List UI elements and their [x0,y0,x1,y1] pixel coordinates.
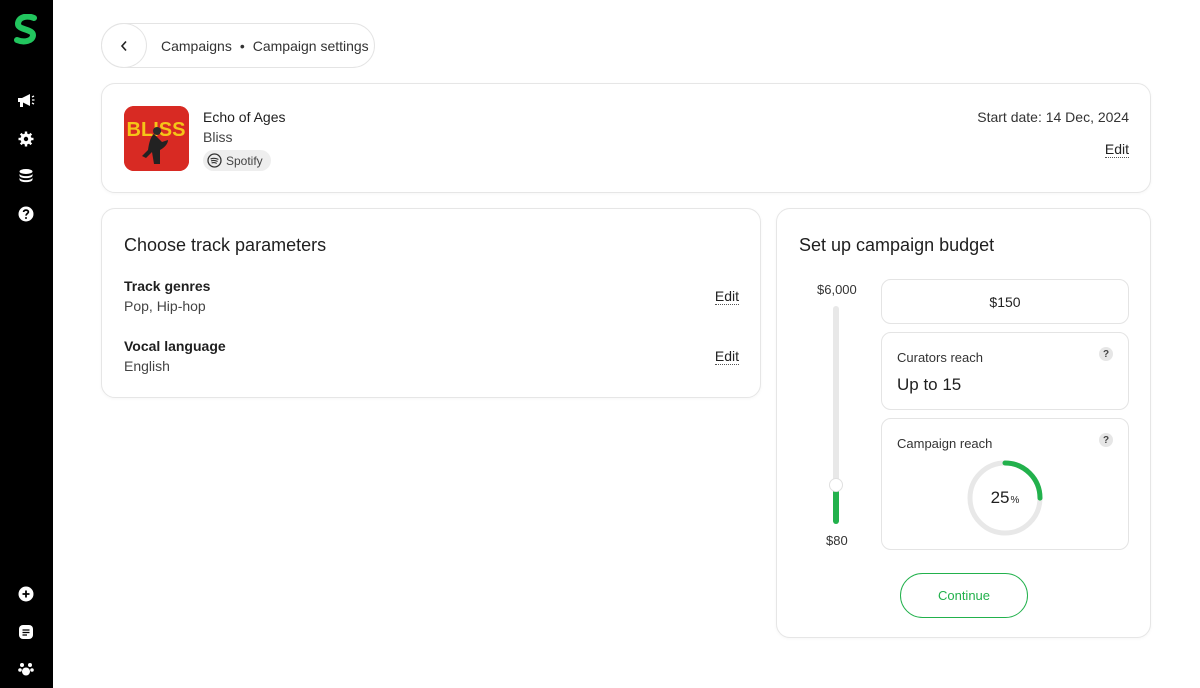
track-genres-value: Pop, Hip-hop [124,298,206,314]
sidebar-item-documents[interactable] [16,622,36,642]
track-parameters-title: Choose track parameters [124,235,327,255]
track-artist: Bliss [203,129,233,145]
track-genres-label: Track genres [124,278,211,294]
edit-start-date-link[interactable]: Edit [1104,141,1129,158]
track-parameters-card: Choose track parameters Track genres Pop… [101,208,761,398]
sidebar-item-community[interactable] [16,659,36,679]
curators-reach-label: Curators reach [897,350,983,365]
slider-max-label: $6,000 [817,282,857,297]
track-title: Echo of Ages [203,109,286,125]
megaphone-icon [18,94,35,107]
budget-slider[interactable] [829,306,843,524]
sidebar-item-settings[interactable] [16,129,36,149]
continue-button[interactable]: Continue [900,573,1028,618]
curators-reach-value: Up to 15 [897,375,962,394]
breadcrumb-current: Campaign settings [252,37,369,54]
platform-label: Spotify [226,153,263,168]
breadcrumb-separator: • [239,37,245,54]
budget-amount-field[interactable]: $150 [881,279,1129,324]
settings-gear-icon [18,131,34,147]
logo-icon[interactable] [13,14,39,48]
start-date: Start date: 14 Dec, 2024 [977,109,1129,125]
breadcrumb-campaigns-link[interactable]: Campaigns [161,38,232,54]
breadcrumb: Campaigns • Campaign settings [101,23,375,68]
sidebar-item-billing[interactable] [16,166,36,186]
vocal-language-label: Vocal language [124,338,226,354]
campaign-budget-card: Set up campaign budget $6,000 $80 $150 C… [776,208,1151,638]
campaign-reach-percent-value: 25 [990,488,1010,507]
campaign-help-icon[interactable]: ? [1099,433,1113,447]
percent-unit: % [1010,494,1020,506]
budget-slider-handle[interactable] [829,478,843,492]
edit-genres-link[interactable]: Edit [714,288,739,305]
document-icon [19,625,33,639]
campaign-reach-percent: 25% [966,459,1044,537]
sidebar-item-help[interactable] [16,204,36,224]
sidebar [0,0,53,688]
edit-language-link[interactable]: Edit [714,348,739,365]
curators-help-icon[interactable]: ? [1099,347,1113,361]
help-icon [18,206,34,222]
curators-reach-box: Curators reach Up to 15 ? [881,332,1129,410]
campaign-reach-label: Campaign reach [897,436,993,451]
platform-tag: Spotify [203,150,271,171]
sidebar-item-add[interactable] [16,584,36,604]
spotify-icon [207,153,222,168]
paw-icon [18,663,34,676]
coins-stack-icon [19,169,33,183]
sidebar-item-campaigns[interactable] [16,91,36,111]
chevron-left-icon [120,40,127,51]
vocal-language-value: English [124,358,170,374]
back-button[interactable] [101,23,147,68]
campaign-budget-title: Set up campaign budget [799,235,995,255]
slider-min-label: $80 [826,533,848,548]
breadcrumb-path: Campaigns • Campaign settings [161,38,369,54]
add-circle-icon [18,586,34,602]
album-cover: BLISS [124,106,189,171]
campaign-reach-box: Campaign reach ? 25% [881,418,1129,550]
album-cover-art: BLISS [124,106,189,171]
track-info-card: BLISS Echo of Ages Bliss Spotify Start d… [101,83,1151,193]
